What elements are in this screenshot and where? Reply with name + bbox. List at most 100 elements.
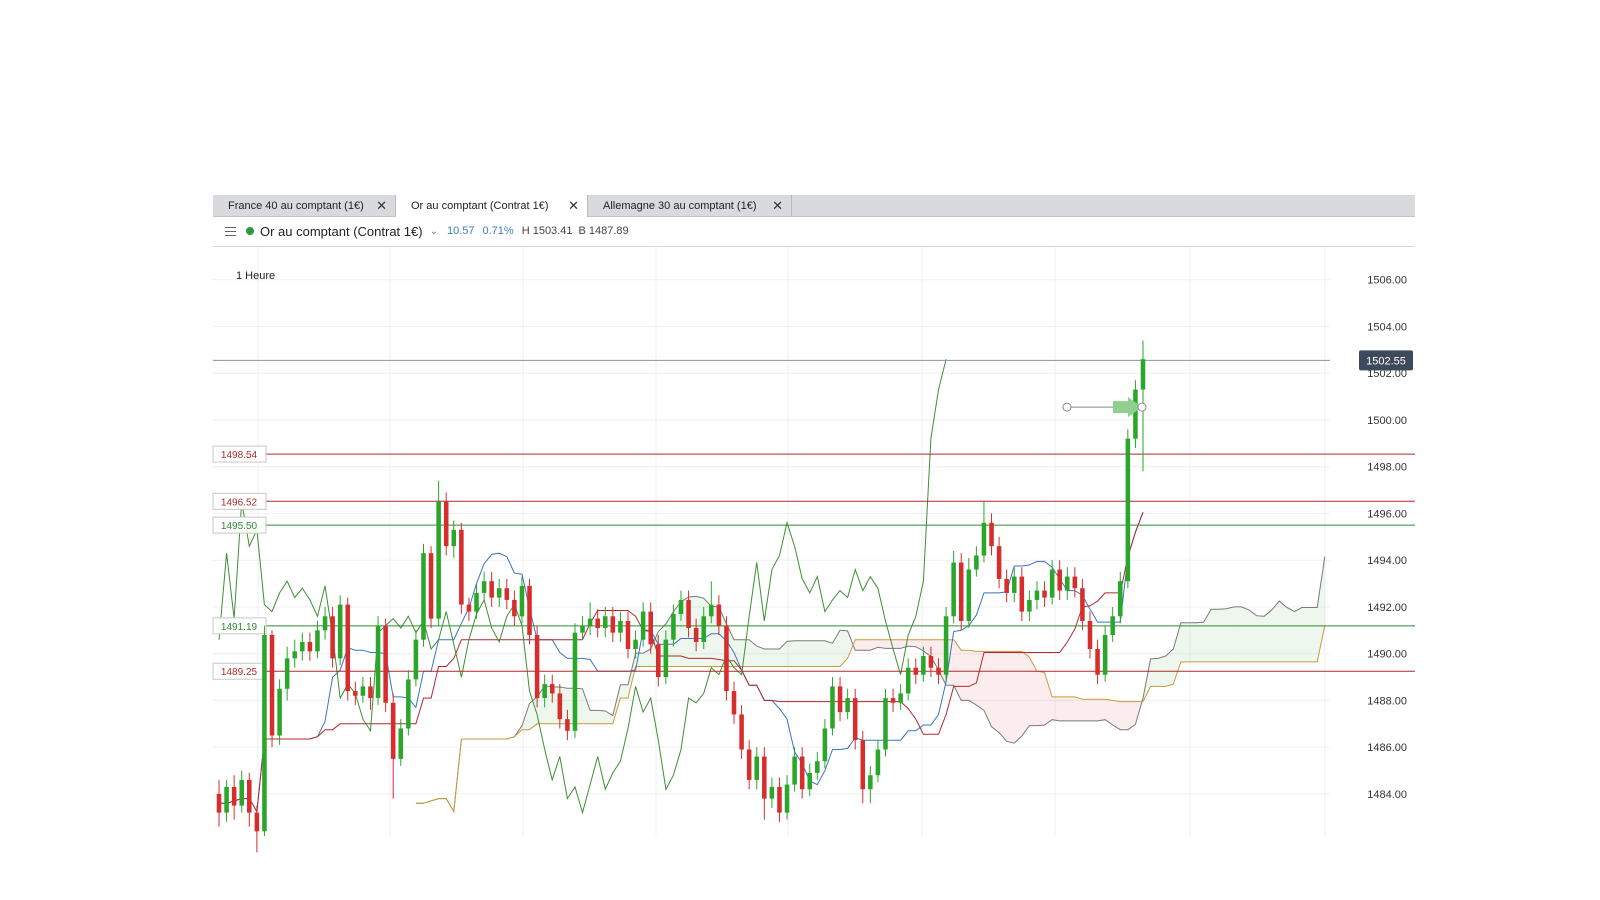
cloud-segment <box>968 650 977 706</box>
cloud-segment <box>802 640 810 667</box>
candle-body <box>1004 578 1009 593</box>
candle-body <box>527 585 532 635</box>
candle-body <box>860 740 866 790</box>
price-tick-label: 1498.00 <box>1367 462 1407 474</box>
cloud-segment <box>1271 601 1280 662</box>
candle-body <box>360 686 366 696</box>
candle-body <box>398 728 404 759</box>
candle-body <box>572 632 578 731</box>
cloud-segment <box>893 639 901 649</box>
candle-body <box>595 618 600 628</box>
candle-body <box>565 719 570 731</box>
cloud-segment <box>855 639 863 651</box>
cloud-segment <box>1067 696 1075 721</box>
candle-body <box>383 625 388 703</box>
level-label: 1491.19 <box>221 622 258 633</box>
candle-body <box>640 611 646 640</box>
cloud-segment <box>1218 608 1227 662</box>
cloud-segment <box>787 640 795 667</box>
cloud-segment <box>1029 657 1037 726</box>
cloud-segment <box>983 651 992 727</box>
candle-body <box>247 779 252 813</box>
price-axis: 1506.001504.001502.001500.001498.001496.… <box>1359 275 1413 801</box>
candle-body <box>883 698 888 750</box>
candle-body <box>1110 616 1115 635</box>
candle-body <box>466 604 472 612</box>
candle-body <box>671 613 676 640</box>
candle-body <box>830 686 835 729</box>
cloud-segment <box>809 640 818 667</box>
price-tick-label: 1506.00 <box>1367 275 1407 287</box>
candle-body <box>1072 576 1078 589</box>
candle-body <box>799 756 805 790</box>
candle-body <box>496 588 502 598</box>
candle-body <box>315 630 320 652</box>
candle-body <box>443 501 449 547</box>
candle-body <box>663 639 669 678</box>
price-tick-label: 1486.00 <box>1367 742 1407 754</box>
candle-body <box>1125 438 1131 582</box>
price-chart[interactable]: 1498.54 1496.52 1495.50 1491.19 1489.25 1506… <box>0 0 1600 900</box>
candle-body <box>474 592 479 612</box>
cloud-segment <box>1006 651 1015 744</box>
cloud-segment <box>764 649 772 667</box>
cloud-segment <box>991 651 1000 733</box>
candle-body <box>913 667 919 675</box>
candle-body <box>686 599 691 628</box>
candle-body <box>845 698 850 713</box>
cloud-segment <box>1196 622 1204 662</box>
cloud-segment <box>1286 607 1295 662</box>
candle-body <box>459 529 464 605</box>
candle-body <box>322 616 328 631</box>
price-tick-label: 1492.00 <box>1367 602 1407 614</box>
candle-body <box>224 786 229 813</box>
candle-body <box>269 634 275 736</box>
candle-body <box>868 775 873 790</box>
indicator-lines <box>218 359 1326 815</box>
cloud-segment <box>794 640 803 667</box>
candle-body <box>330 616 335 659</box>
candle-body <box>549 684 555 694</box>
cloud-segment <box>620 684 628 699</box>
candle-body <box>731 691 737 715</box>
candle-body <box>300 642 305 652</box>
candle-body <box>1019 576 1025 612</box>
price-tick-label: 1500.00 <box>1367 415 1407 427</box>
cloud-segment <box>1097 699 1106 721</box>
cloud-segment <box>749 639 757 667</box>
candle-body <box>436 501 441 619</box>
candle-body <box>262 634 267 832</box>
cloud-segment <box>1226 606 1234 662</box>
cloud-segment <box>1052 696 1060 721</box>
candle-body <box>951 562 956 617</box>
annotation-handle <box>1137 402 1147 412</box>
cloud-segment <box>756 646 765 667</box>
candle-body <box>406 679 411 729</box>
cloud-segment <box>1150 658 1159 687</box>
candle-body <box>958 562 964 621</box>
candle-body <box>739 714 744 750</box>
candle-body <box>815 761 820 773</box>
candle-body <box>413 639 419 680</box>
candle-body <box>625 620 631 650</box>
cloud-segment <box>1279 601 1287 662</box>
candle-body <box>837 686 843 713</box>
candle-body <box>489 581 494 598</box>
candle-body <box>648 611 653 645</box>
cloud-segment <box>1089 699 1098 721</box>
candle-body <box>777 786 782 813</box>
candle-body <box>216 793 222 813</box>
candle-body <box>921 656 926 675</box>
candle-body <box>1064 576 1070 591</box>
candle-body <box>1102 634 1108 675</box>
candle-body <box>353 691 358 696</box>
cloud-segment <box>1021 651 1030 737</box>
timeframe-label[interactable]: 1 Heure <box>236 270 275 282</box>
candle-body <box>1011 576 1017 593</box>
candle-body <box>292 651 298 659</box>
cloud-segment <box>643 649 651 667</box>
candle-body <box>1057 569 1062 591</box>
cloud-segment <box>1044 672 1053 725</box>
candle-body <box>451 529 457 547</box>
candle-body <box>1087 620 1093 650</box>
